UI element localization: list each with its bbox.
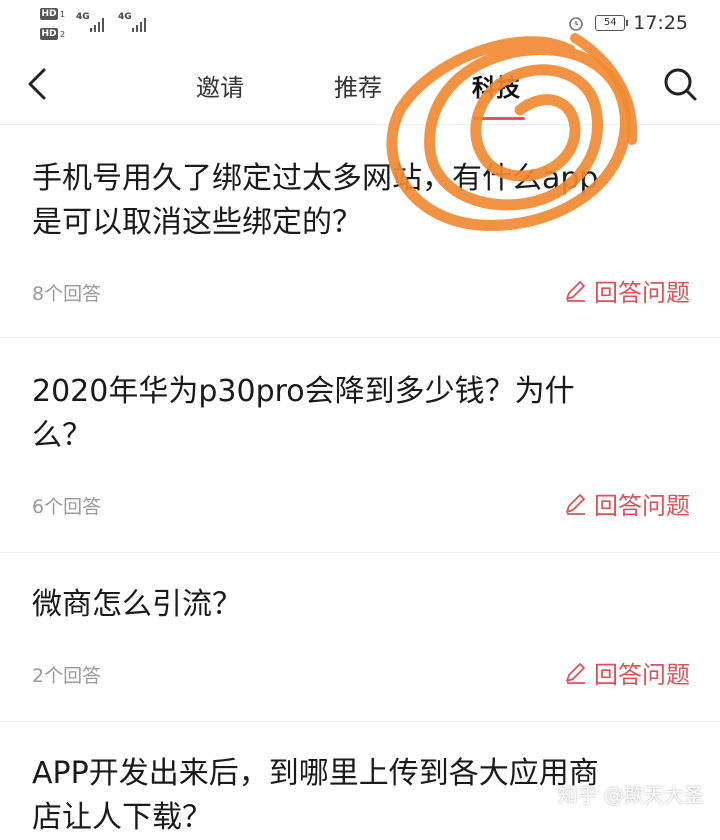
tab-technology[interactable]: 科技 xyxy=(472,68,520,103)
question-title-line-2: 店让人下载？ xyxy=(32,800,212,835)
question-title-line-2: 是可以取消这些绑定的？ xyxy=(32,205,362,240)
tab-invite[interactable]: 邀请 xyxy=(196,68,244,103)
network-type-2: 4G xyxy=(118,12,132,22)
hd1-sub: 1 xyxy=(60,10,66,19)
signal-bars-2-icon xyxy=(132,16,146,32)
answer-question-button[interactable]: 回答问题 xyxy=(562,273,690,308)
question-item[interactable]: 2020年华为p30pro会降到多少钱？为什 么？ 6个回答 回答问题 xyxy=(0,338,720,553)
signal-bars-1-icon xyxy=(90,16,104,32)
back-button[interactable] xyxy=(18,64,58,104)
alarm-icon xyxy=(569,17,584,31)
question-item[interactable]: 手机号用久了绑定过太多网站，有什么app 是可以取消这些绑定的？ 8个回答 回答… xyxy=(0,125,720,338)
question-feed: 手机号用久了绑定过太多网站，有什么app 是可以取消这些绑定的？ 8个回答 回答… xyxy=(0,125,720,835)
answer-count: 8个回答 xyxy=(32,283,102,305)
answer-question-label: 回答问题 xyxy=(594,279,690,307)
status-bar: HD 1 HD 2 4G 4G 54 17:25 xyxy=(0,0,720,48)
pencil-icon xyxy=(566,662,585,684)
signal-indicators: HD 1 HD 2 4G 4G xyxy=(40,6,160,46)
watermark: 知乎 @欺天大圣 xyxy=(557,783,704,807)
question-title-line-1: APP开发出来后，到哪里上传到各大应用商 xyxy=(32,756,599,791)
question-item[interactable]: 微商怎么引流？ 2个回答 回答问题 xyxy=(0,553,720,722)
tab-recommend[interactable]: 推荐 xyxy=(334,68,382,103)
question-title-line-2: 么？ xyxy=(32,418,92,453)
hd2-sub: 2 xyxy=(60,30,66,39)
top-nav-bar: 邀请 推荐 科技 xyxy=(0,48,720,125)
hd1-badge: HD xyxy=(40,8,58,20)
status-right: 54 17:25 xyxy=(565,10,688,36)
battery-icon: 54 xyxy=(595,15,629,31)
answer-question-button[interactable]: 回答问题 xyxy=(562,655,690,690)
answer-question-button[interactable]: 回答问题 xyxy=(562,486,690,521)
search-button[interactable] xyxy=(660,64,700,104)
hd2-badge: HD xyxy=(40,28,58,40)
answer-count: 6个回答 xyxy=(32,496,102,518)
status-time: 17:25 xyxy=(633,12,688,34)
answer-question-label: 回答问题 xyxy=(594,492,690,520)
chevron-left-icon xyxy=(28,68,46,100)
answer-count: 2个回答 xyxy=(32,665,102,687)
pencil-icon xyxy=(566,280,585,302)
question-title[interactable]: 微商怎么引流？ xyxy=(32,583,692,627)
question-item[interactable]: APP开发出来后，到哪里上传到各大应用商 店让人下载？ xyxy=(0,722,720,835)
network-type-1: 4G xyxy=(76,12,90,22)
question-title[interactable]: 2020年华为p30pro会降到多少钱？为什 么？ xyxy=(32,370,692,458)
search-icon xyxy=(664,68,697,101)
question-title-line-1: 手机号用久了绑定过太多网站，有什么app xyxy=(32,161,599,196)
question-title-line-1: 微商怎么引流？ xyxy=(32,587,242,622)
question-title-line-1: 2020年华为p30pro会降到多少钱？为什 xyxy=(32,374,575,409)
active-tab-indicator xyxy=(473,117,525,120)
answer-question-label: 回答问题 xyxy=(594,661,690,689)
question-title[interactable]: 手机号用久了绑定过太多网站，有什么app 是可以取消这些绑定的？ xyxy=(32,157,692,245)
pencil-icon xyxy=(566,493,585,515)
